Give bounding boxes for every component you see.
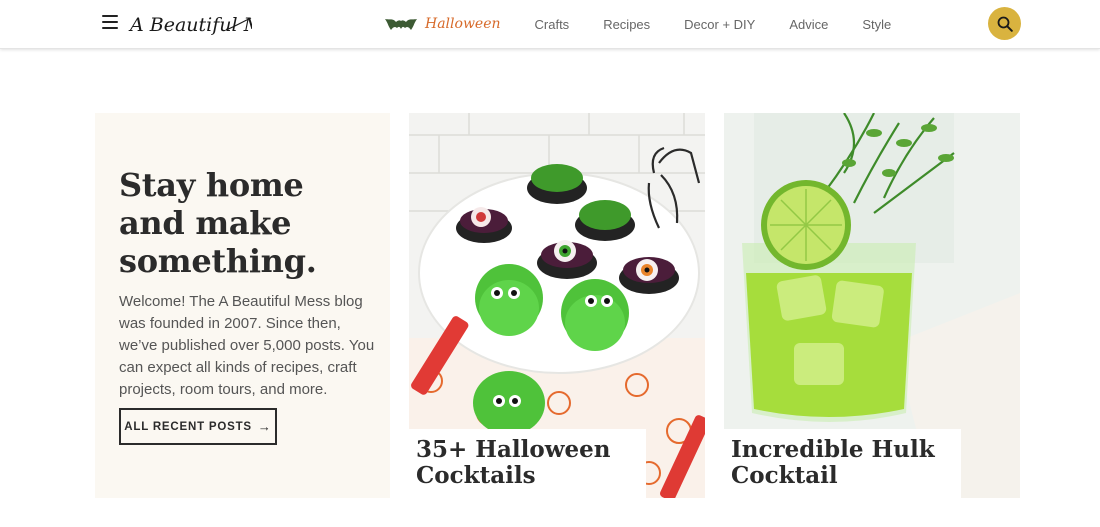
all-recent-posts-button[interactable]: ALL RECENT POSTS → (119, 408, 277, 445)
nav-item-recipes[interactable]: Recipes (603, 17, 650, 32)
search-button[interactable] (988, 7, 1021, 40)
arrow-right-icon: → (257, 419, 272, 434)
post-card-hulk-cocktail[interactable]: Incredible Hulk Cocktail (724, 113, 1020, 498)
post-title: 35+ Halloween Cocktails (409, 429, 646, 498)
post-card-halloween-cocktails[interactable]: 35+ Halloween Cocktails (409, 113, 705, 498)
site-header: A Beautiful Mess Halloween Crafts Recipe… (0, 0, 1100, 49)
post-title: Incredible Hulk Cocktail (724, 429, 961, 498)
nav-item-advice[interactable]: Advice (789, 17, 828, 32)
logo-wordmark: A Beautiful Mess (128, 14, 294, 36)
intro-title: Stay home and make something. (119, 166, 317, 280)
main-nav: Halloween Crafts Recipes Decor + DIY Adv… (384, 0, 925, 48)
nav-item-style[interactable]: Style (862, 17, 891, 32)
nav-item-crafts[interactable]: Crafts (535, 17, 570, 32)
nav-item-halloween[interactable]: Halloween (384, 15, 501, 33)
intro-description: Welcome! The A Beautiful Mess blog was f… (119, 293, 375, 398)
nav-item-decor-diy[interactable]: Decor + DIY (684, 17, 755, 32)
bat-icon (385, 19, 417, 30)
hamburger-menu-icon[interactable] (102, 15, 118, 29)
svg-text:A Beautiful Mess: A Beautiful Mess (128, 14, 252, 36)
intro-card: Stay home and make something. Welcome! T… (95, 113, 390, 498)
nav-label-halloween: Halloween (425, 16, 501, 32)
site-logo[interactable]: A Beautiful Mess (128, 6, 294, 40)
all-recent-posts-label: ALL RECENT POSTS (124, 420, 252, 433)
search-icon (997, 16, 1013, 32)
